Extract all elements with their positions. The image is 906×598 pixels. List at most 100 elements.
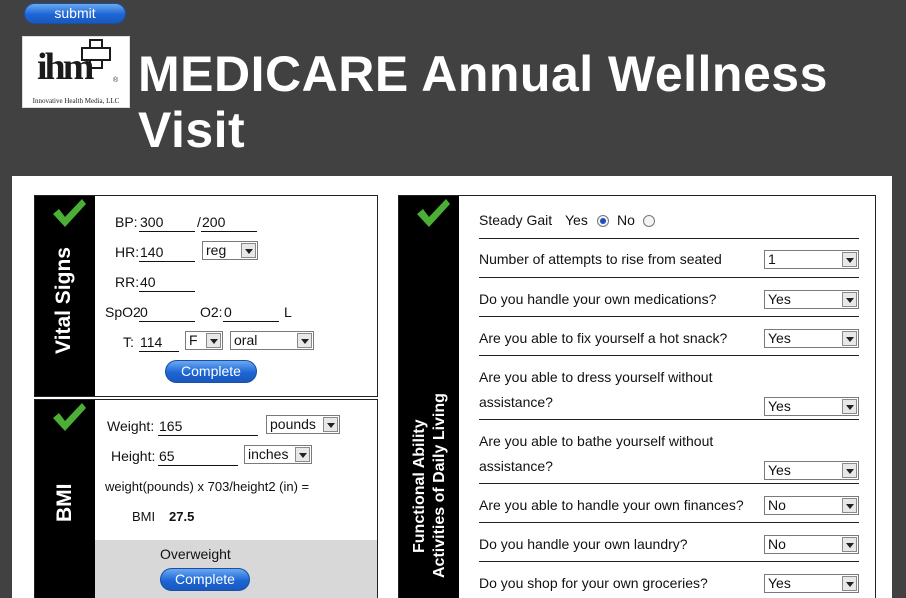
answer-select[interactable]: Yes — [764, 574, 859, 593]
hr-rhythm-select[interactable]: reg — [202, 241, 258, 260]
answer-select[interactable]: Yes — [764, 397, 859, 416]
hr-rhythm-value: reg — [206, 242, 227, 258]
main-panel: Vital Signs BP: 300 / 200 HR: 140 reg RR… — [12, 176, 892, 598]
bmi-result-label: BMI — [132, 509, 156, 524]
question-row: Are you able to fix yourself a hot snack… — [479, 326, 859, 356]
weight-input[interactable]: 165 — [158, 418, 258, 436]
page-title: MEDICARE Annual Wellness Visit — [138, 46, 828, 158]
bp-diastolic-input[interactable]: 200 — [201, 214, 257, 232]
chevron-down-icon — [323, 417, 338, 432]
question-row: Number of attempts to rise from seated 1 — [479, 247, 859, 278]
question-text: Number of attempts to rise from seated — [479, 251, 722, 267]
chevron-down-icon — [295, 447, 310, 462]
steady-gait-row: Steady Gait Yes No — [479, 208, 859, 239]
bp-systolic-input[interactable]: 300 — [139, 214, 195, 232]
chevron-down-icon — [297, 333, 312, 348]
o2-unit: L — [284, 304, 292, 320]
answer-value: No — [768, 536, 786, 552]
rr-label: RR: — [115, 274, 140, 290]
rr-input[interactable]: 40 — [139, 274, 195, 292]
temp-route-select[interactable]: oral — [230, 331, 314, 350]
temp-scale-select[interactable]: F — [185, 331, 223, 350]
spo2-label: SpO2 — [105, 304, 141, 320]
answer-value: Yes — [768, 330, 791, 346]
company-logo: ihm ® Innovative Health Media, LLC — [22, 36, 130, 108]
functional-ability-section: Functional Ability Activities of Daily L… — [398, 195, 876, 598]
section-title: BMI — [53, 483, 76, 523]
section-title-line1: Functional Ability — [411, 419, 428, 553]
weight-label: Weight: — [107, 418, 155, 434]
answer-value: Yes — [768, 462, 791, 478]
answer-select[interactable]: Yes — [764, 329, 859, 348]
question-text: Are you able to bathe yourself without — [479, 433, 714, 449]
answer-select[interactable]: No — [764, 535, 859, 554]
chevron-down-icon — [842, 576, 857, 591]
answer-select[interactable]: 1 — [764, 250, 859, 269]
registered-mark: ® — [113, 77, 119, 84]
chevron-down-icon — [842, 463, 857, 478]
answer-select[interactable]: Yes — [764, 461, 859, 480]
weight-unit-value: pounds — [270, 416, 316, 432]
yes-radio[interactable] — [597, 215, 609, 227]
bmi-section: BMI Weight: 165 pounds Height: 65 inches… — [34, 399, 378, 598]
question-row: Do you shop for your own groceries? Yes — [479, 571, 859, 598]
height-input[interactable]: 65 — [158, 448, 238, 466]
section-sidebar: BMI — [35, 400, 95, 598]
submit-button[interactable]: submit — [24, 3, 126, 24]
question-text-continued: assistance? — [479, 394, 553, 410]
answer-select[interactable]: No — [764, 496, 859, 515]
temp-label: T: — [123, 334, 134, 350]
question-text: Are you able to dress yourself without — [479, 369, 713, 385]
weight-unit-select[interactable]: pounds — [266, 415, 340, 434]
o2-input[interactable]: 0 — [223, 304, 279, 322]
question-text-continued: assistance? — [479, 458, 553, 474]
chevron-down-icon — [842, 399, 857, 414]
bmi-complete-button[interactable]: Complete — [160, 568, 250, 591]
question-text: Steady Gait — [479, 212, 553, 228]
bmi-result-area: Overweight Complete — [95, 540, 377, 598]
question-row: Are you able to handle your own finances… — [479, 493, 859, 523]
height-label: Height: — [111, 448, 156, 464]
answer-value: Yes — [768, 575, 791, 591]
question-text: Are you able to handle your own finances… — [479, 497, 744, 513]
height-unit-value: inches — [248, 446, 289, 462]
answer-select[interactable]: Yes — [764, 290, 859, 309]
question-row: Are you able to dress yourself without as… — [479, 365, 859, 420]
bmi-category: Overweight — [160, 546, 231, 562]
section-title-line2: Activities of Daily Living — [431, 393, 448, 578]
no-label: No — [617, 212, 635, 228]
answer-value: Yes — [768, 291, 791, 307]
temp-input[interactable]: 114 — [139, 334, 179, 352]
checkmark-icon — [417, 199, 450, 227]
chevron-down-icon — [842, 331, 857, 346]
answer-value: Yes — [768, 398, 791, 414]
height-unit-select[interactable]: inches — [244, 445, 312, 464]
answer-value: No — [768, 497, 786, 513]
question-text: Are you able to fix yourself a hot snack… — [479, 330, 728, 346]
logo-caption: Innovative Health Media, LLC — [32, 97, 120, 105]
section-sidebar: Functional Ability Activities of Daily L… — [399, 196, 459, 598]
vitals-complete-button[interactable]: Complete — [165, 360, 257, 383]
hr-input[interactable]: 140 — [139, 244, 195, 262]
spo2-input[interactable]: 0 — [139, 304, 195, 322]
yes-label: Yes — [565, 212, 588, 228]
section-sidebar: Vital Signs — [35, 196, 95, 396]
chevron-down-icon — [842, 292, 857, 307]
bmi-result-value: 27.5 — [169, 509, 195, 524]
bmi-formula: weight(pounds) x 703/height2 (in) = — [105, 479, 310, 494]
chevron-down-icon — [842, 498, 857, 513]
question-row: Do you handle your own medications? Yes — [479, 287, 859, 317]
chevron-down-icon — [206, 333, 221, 348]
question-row: Are you able to bathe yourself without as… — [479, 429, 859, 484]
question-text: Do you handle your own laundry? — [479, 536, 688, 552]
chevron-down-icon — [842, 252, 857, 267]
chevron-down-icon — [241, 243, 256, 258]
hr-label: HR: — [115, 244, 140, 260]
no-radio[interactable] — [643, 215, 655, 227]
checkmark-icon — [53, 199, 86, 227]
question-text: Do you shop for your own groceries? — [479, 575, 708, 591]
vital-signs-section: Vital Signs BP: 300 / 200 HR: 140 reg RR… — [34, 195, 378, 397]
o2-label: O2: — [200, 304, 223, 320]
answer-value: 1 — [768, 251, 776, 267]
logo-mark: ihm — [37, 46, 94, 88]
